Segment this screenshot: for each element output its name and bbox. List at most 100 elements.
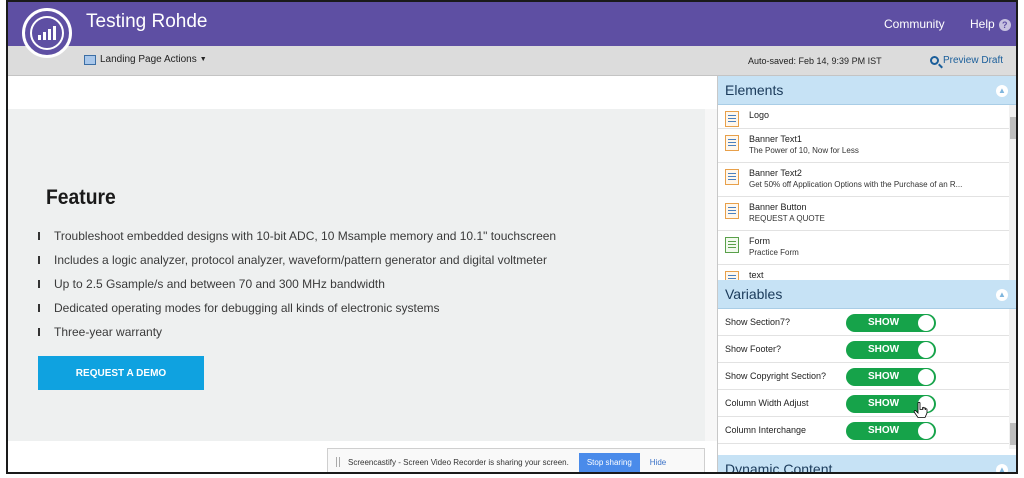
- bullet-icon: [38, 280, 40, 288]
- variable-row: Show Copyright Section? SHOW: [718, 363, 1009, 390]
- variables-list: Show Section7? SHOW Show Footer? SHOW Sh…: [718, 309, 1009, 449]
- dynamic-content-panel-header[interactable]: Dynamic Content ▲: [718, 455, 1016, 474]
- elements-panel-title: Elements: [725, 82, 784, 98]
- toggle-label: SHOW: [868, 317, 900, 328]
- scroll-thumb[interactable]: [1010, 117, 1016, 139]
- element-icon: [725, 271, 739, 280]
- show-toggle[interactable]: SHOW: [846, 422, 936, 440]
- app-window: Testing Rohde Community Help? Landing Pa…: [6, 0, 1018, 474]
- element-name: Banner Text2: [749, 168, 802, 178]
- variable-label: Show Copyright Section?: [725, 371, 827, 381]
- element-item-form[interactable]: Form Practice Form: [718, 231, 1009, 265]
- feature-item: Up to 2.5 Gsample/s and between 70 and 3…: [38, 272, 556, 296]
- element-item-logo[interactable]: Logo: [718, 105, 1009, 129]
- feature-item: Dedicated operating modes for debugging …: [38, 296, 556, 320]
- bullet-icon: [38, 232, 40, 240]
- element-item-text[interactable]: text: [718, 265, 1009, 280]
- variable-row: Show Footer? SHOW: [718, 336, 1009, 363]
- feature-text: Troubleshoot embedded designs with 10-bi…: [54, 229, 557, 243]
- toggle-knob: [918, 369, 934, 385]
- autosave-status: Auto-saved: Feb 14, 9:39 PM IST: [748, 56, 882, 66]
- caret-down-icon: ▼: [199, 56, 207, 63]
- elements-scrollbar[interactable]: [1009, 105, 1016, 280]
- toggle-label: SHOW: [868, 344, 900, 355]
- variable-label: Show Section7?: [725, 317, 791, 327]
- variables-panel-header[interactable]: Variables ▲: [718, 280, 1016, 309]
- variables-scrollbar[interactable]: [1009, 309, 1016, 449]
- variable-label: Show Footer?: [725, 344, 782, 354]
- element-icon: [725, 135, 739, 151]
- elements-panel-header[interactable]: Elements ▲: [718, 76, 1016, 105]
- form-icon: [725, 237, 739, 253]
- help-icon: ?: [998, 19, 1011, 31]
- toggle-knob: [918, 423, 934, 439]
- collapse-icon[interactable]: ▲: [996, 85, 1008, 97]
- top-header: Testing Rohde Community Help?: [8, 2, 1016, 46]
- stop-sharing-button[interactable]: Stop sharing: [578, 452, 640, 472]
- landing-page-actions-menu[interactable]: Landing Page Actions ▼: [84, 54, 207, 65]
- magnifier-icon: [930, 56, 939, 65]
- community-link[interactable]: Community: [884, 17, 945, 31]
- element-item-banner-text2[interactable]: Banner Text2 Get 50% off Application Opt…: [718, 163, 1009, 197]
- element-icon: [725, 111, 739, 127]
- toggle-label: SHOW: [868, 398, 900, 409]
- element-name: Form: [749, 236, 770, 246]
- variable-label: Column Width Adjust: [725, 398, 809, 408]
- screencastify-share-bar: Screencastify - Screen Video Recorder is…: [327, 448, 705, 472]
- element-name: text: [749, 270, 764, 280]
- share-message: Screencastify - Screen Video Recorder is…: [348, 457, 569, 467]
- feature-list: Troubleshoot embedded designs with 10-bi…: [38, 224, 556, 344]
- dynamic-content-panel-title: Dynamic Content: [725, 461, 833, 474]
- feature-item: Troubleshoot embedded designs with 10-bi…: [38, 224, 556, 248]
- toggle-knob: [918, 315, 934, 331]
- variable-label: Column Interchange: [725, 425, 807, 435]
- variables-panel-title: Variables: [725, 286, 783, 302]
- request-demo-button[interactable]: REQUEST A DEMO: [38, 356, 204, 390]
- hand-cursor-icon: [913, 402, 928, 418]
- page-toolbar: Landing Page Actions ▼ Auto-saved: Feb 1…: [8, 46, 1016, 76]
- show-toggle[interactable]: SHOW: [846, 314, 936, 332]
- element-item-banner-text1[interactable]: Banner Text1 The Power of 10, Now for Le…: [718, 129, 1009, 163]
- element-icon: [725, 169, 739, 185]
- element-icon: [725, 203, 739, 219]
- canvas-scrollbar[interactable]: [705, 109, 717, 441]
- element-content: REQUEST A QUOTE: [749, 214, 825, 223]
- collapse-icon[interactable]: ▲: [996, 464, 1008, 472]
- drag-grip-icon[interactable]: [336, 457, 340, 467]
- feature-text: Dedicated operating modes for debugging …: [54, 301, 440, 315]
- preview-draft-button[interactable]: Preview Draft: [930, 55, 1003, 66]
- elements-list: Logo Banner Text1 The Power of 10, Now f…: [718, 105, 1009, 280]
- feature-item: Three-year warranty: [38, 320, 556, 344]
- variable-row: Column Interchange SHOW: [718, 417, 1009, 444]
- element-item-banner-button[interactable]: Banner Button REQUEST A QUOTE: [718, 197, 1009, 231]
- feature-text: Includes a logic analyzer, protocol anal…: [54, 253, 547, 267]
- feature-heading: Feature: [46, 186, 116, 209]
- help-link[interactable]: Help?: [970, 17, 1011, 31]
- feature-text: Three-year warranty: [54, 325, 163, 339]
- preview-draft-label: Preview Draft: [943, 55, 1004, 66]
- feature-item: Includes a logic analyzer, protocol anal…: [38, 248, 556, 272]
- collapse-icon[interactable]: ▲: [996, 289, 1008, 301]
- page-icon: [84, 54, 96, 65]
- element-content: Practice Form: [749, 248, 799, 257]
- element-content: Get 50% off Application Options with the…: [749, 180, 963, 189]
- show-toggle[interactable]: SHOW: [846, 368, 936, 386]
- hide-share-bar-link[interactable]: Hide: [650, 458, 666, 467]
- page-canvas[interactable]: Feature Troubleshoot embedded designs wi…: [8, 76, 717, 472]
- scroll-thumb[interactable]: [1010, 423, 1016, 445]
- landing-page-actions-label: Landing Page Actions: [100, 54, 197, 65]
- marketo-logo[interactable]: [22, 8, 72, 58]
- logo-bars-icon: [30, 16, 64, 50]
- app-title: Testing Rohde: [86, 11, 208, 32]
- feature-section[interactable]: Feature Troubleshoot embedded designs wi…: [8, 109, 705, 441]
- toggle-label: SHOW: [868, 425, 900, 436]
- element-content: The Power of 10, Now for Less: [749, 146, 859, 155]
- help-label: Help: [970, 17, 995, 31]
- variable-row: Show Section7? SHOW: [718, 309, 1009, 336]
- bullet-icon: [38, 256, 40, 264]
- element-name: Logo: [749, 110, 770, 120]
- show-toggle[interactable]: SHOW: [846, 341, 936, 359]
- element-name: Banner Text1: [749, 134, 802, 144]
- bullet-icon: [38, 304, 40, 312]
- variable-row: Column Width Adjust SHOW: [718, 390, 1009, 417]
